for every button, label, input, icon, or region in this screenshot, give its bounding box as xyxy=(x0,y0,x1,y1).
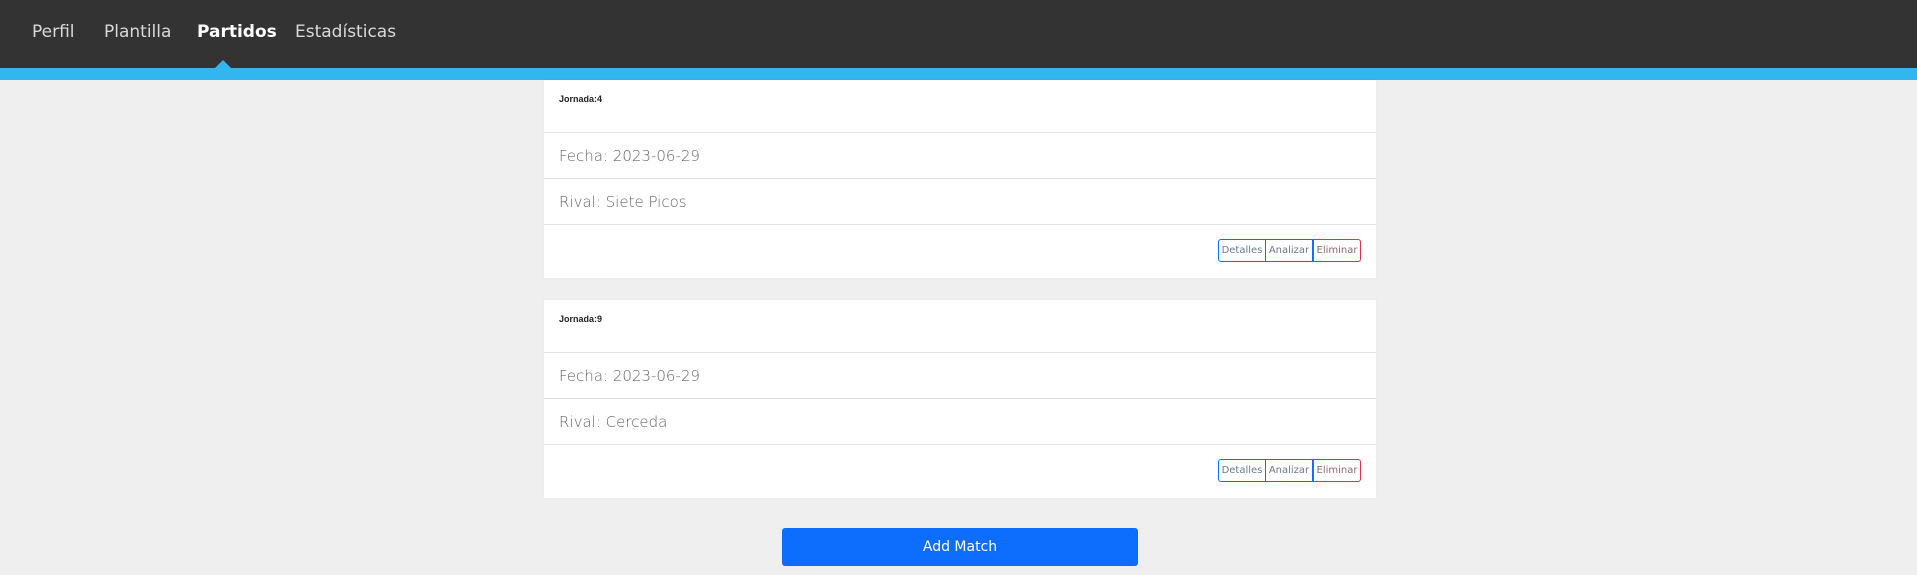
details-button[interactable]: Detalles xyxy=(1218,239,1266,262)
delete-button[interactable]: Eliminar xyxy=(1313,459,1361,482)
match-actions: Detalles Analizar Eliminar xyxy=(1218,239,1361,262)
match-card-header: Jornada:4 xyxy=(544,80,1376,133)
match-date: Fecha: 2023-06-29 xyxy=(544,133,1376,179)
match-rival: Rival: Siete Picos xyxy=(544,179,1376,225)
match-card-header: Jornada:9 xyxy=(544,300,1376,353)
nav-item-perfil[interactable]: Perfil xyxy=(32,22,75,42)
nav-item-estadisticas[interactable]: Estadísticas xyxy=(295,22,396,42)
analyze-button[interactable]: Analizar xyxy=(1266,239,1313,262)
match-rival: Rival: Cerceda xyxy=(544,399,1376,445)
nav-item-plantilla[interactable]: Plantilla xyxy=(104,22,171,42)
match-card: Jornada:9 Fecha: 2023-06-29 Rival: Cerce… xyxy=(544,300,1376,498)
nav-item-partidos[interactable]: Partidos xyxy=(197,22,277,42)
details-button[interactable]: Detalles xyxy=(1218,459,1266,482)
delete-button[interactable]: Eliminar xyxy=(1313,239,1361,262)
match-actions: Detalles Analizar Eliminar xyxy=(1218,459,1361,482)
active-tab-caret xyxy=(215,60,231,68)
add-match-button[interactable]: Add Match xyxy=(782,528,1138,566)
match-date: Fecha: 2023-06-29 xyxy=(544,353,1376,399)
top-navbar: Perfil Plantilla Partidos Estadísticas xyxy=(0,0,1917,68)
match-round: Jornada:4 xyxy=(559,94,603,104)
analyze-button[interactable]: Analizar xyxy=(1266,459,1313,482)
match-card: Jornada:4 Fecha: 2023-06-29 Rival: Siete… xyxy=(544,80,1376,278)
match-round: Jornada:9 xyxy=(559,314,603,324)
navbar-accent-bar xyxy=(0,68,1917,80)
match-card-footer: Detalles Analizar Eliminar xyxy=(544,225,1376,278)
match-card-footer: Detalles Analizar Eliminar xyxy=(544,445,1376,498)
